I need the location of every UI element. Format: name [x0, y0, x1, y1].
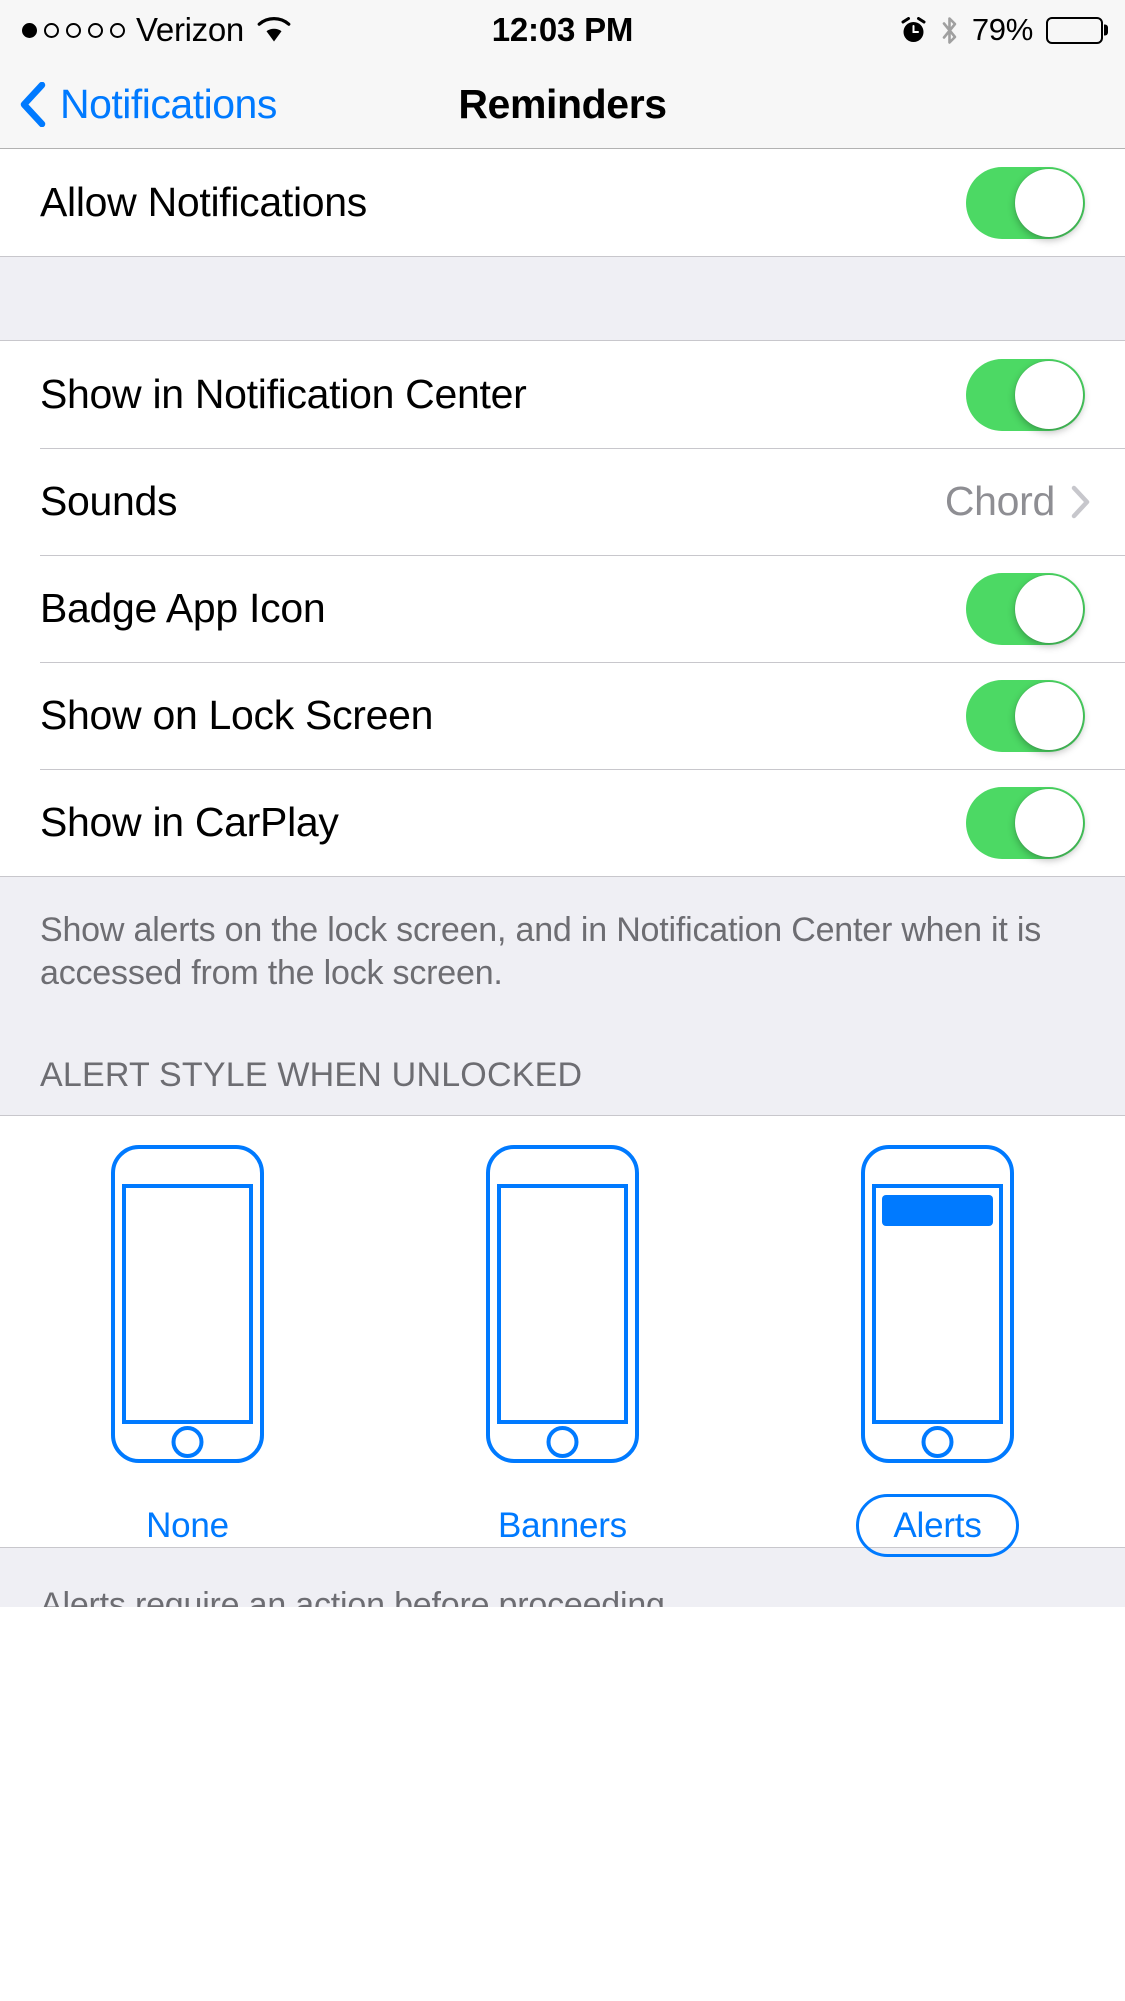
navigation-bar: Notifications Reminders	[0, 60, 1125, 149]
wifi-icon	[257, 17, 291, 43]
status-bar-right: 79%	[900, 12, 1103, 48]
row-label: Show in Notification Center	[40, 371, 527, 417]
signal-dot-5	[110, 22, 125, 38]
alert-style-footer-text: Alerts require an action before proceedi…	[40, 1586, 675, 1607]
phone-blank-icon	[110, 1144, 265, 1464]
alert-style-option-banners[interactable]: Banners	[418, 1144, 708, 1557]
alert-style-section-header: ALERT STYLE WHEN UNLOCKED	[40, 1056, 583, 1094]
battery-percent-label: 79%	[971, 12, 1033, 47]
row-show-in-notification-center[interactable]: Show in Notification Center	[0, 341, 1125, 448]
phone-with-banner-icon	[860, 1144, 1015, 1464]
switch-knob	[1015, 681, 1083, 750]
chevron-right-icon	[1071, 485, 1125, 519]
options-footer-block: Show alerts on the lock screen, and in N…	[0, 876, 1125, 1115]
row-show-on-lock-screen[interactable]: Show on Lock Screen	[0, 662, 1125, 769]
section-gap	[0, 256, 1125, 341]
badge-app-icon-switch[interactable]	[966, 572, 1085, 645]
alert-style-option-none[interactable]: None	[43, 1144, 333, 1557]
signal-dot-3	[66, 22, 81, 38]
row-label: Allow Notifications	[40, 179, 367, 225]
signal-strength-dots	[22, 22, 125, 38]
allow-notifications-switch[interactable]	[966, 166, 1085, 239]
row-badge-app-icon[interactable]: Badge App Icon	[0, 555, 1125, 662]
switch-knob	[1015, 788, 1083, 857]
switch-knob	[1015, 574, 1083, 643]
row-label: Show on Lock Screen	[40, 692, 434, 738]
alert-style-option-alerts[interactable]: Alerts	[793, 1144, 1083, 1557]
sounds-value: Chord	[944, 478, 1055, 524]
phone-blank-icon	[485, 1144, 640, 1464]
bluetooth-icon	[940, 16, 959, 45]
signal-dot-1	[22, 22, 37, 38]
status-bar-left: Verizon	[22, 11, 291, 49]
row-label: Show in CarPlay	[40, 799, 339, 845]
alert-style-picker: None Banners Alerts	[0, 1115, 1125, 1557]
row-label: Sounds	[40, 478, 178, 524]
switch-knob	[1015, 168, 1083, 237]
alert-style-option-label: Alerts	[856, 1494, 1019, 1557]
switch-knob	[1015, 360, 1083, 429]
status-bar: Verizon 12:03 PM 79%	[0, 0, 1125, 60]
notification-options-group: Show in Notification Center Sounds Chord…	[0, 341, 1125, 876]
show-on-lock-screen-switch[interactable]	[966, 679, 1085, 752]
battery-icon	[1046, 16, 1103, 44]
allow-notifications-group: Allow Notifications	[0, 149, 1125, 256]
row-show-in-carplay[interactable]: Show in CarPlay	[0, 769, 1125, 876]
show-in-carplay-switch[interactable]	[966, 786, 1085, 859]
chevron-left-icon	[20, 81, 60, 127]
signal-dot-2	[44, 22, 59, 38]
row-label: Badge App Icon	[40, 585, 326, 631]
row-allow-notifications[interactable]: Allow Notifications	[0, 149, 1125, 256]
row-sounds[interactable]: Sounds Chord	[0, 448, 1125, 555]
back-button-label: Notifications	[60, 80, 277, 127]
signal-dot-4	[88, 22, 103, 38]
carrier-name: Verizon	[136, 11, 244, 48]
options-footer-text: Show alerts on the lock screen, and in N…	[40, 911, 1042, 992]
back-button[interactable]: Notifications	[0, 81, 277, 128]
alert-style-option-label: Banners	[498, 1506, 627, 1545]
show-in-notification-center-switch[interactable]	[966, 358, 1085, 431]
alarm-clock-icon	[900, 16, 927, 44]
alert-style-option-label: None	[146, 1506, 229, 1545]
